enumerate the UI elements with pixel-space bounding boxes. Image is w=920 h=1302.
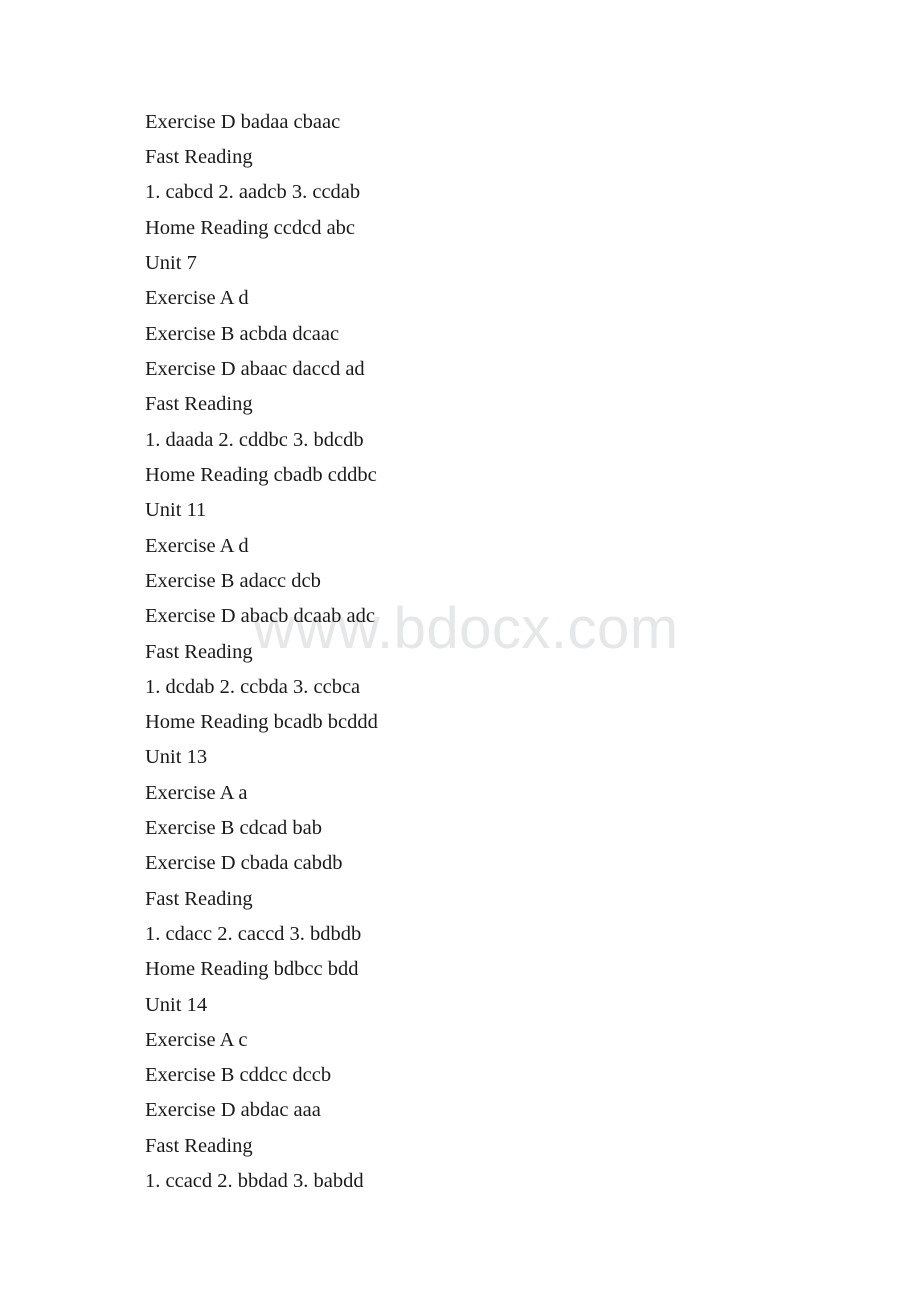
document-line: Exercise D abaac daccd ad: [145, 358, 365, 380]
document-line: Exercise D abdac aaa: [145, 1099, 321, 1121]
document-line: Exercise A d: [145, 287, 249, 309]
document-page: www.bdocx.com Exercise D badaa cbaac Fast…: [0, 0, 920, 1302]
document-line: 1. dcdab 2. ccbda 3. ccbca: [145, 676, 361, 698]
document-line: Exercise A d: [145, 535, 249, 557]
document-line: Fast Reading: [145, 1135, 253, 1157]
document-line: Exercise D abacb dcaab adc: [145, 605, 375, 627]
document-line: 1. daada 2. cddbc 3. bdcdb: [145, 429, 364, 451]
document-line: Fast Reading: [145, 146, 253, 168]
document-line: Exercise D badaa cbaac: [145, 111, 341, 133]
document-line: Unit 7: [145, 252, 197, 274]
document-line: Home Reading bcadb bcddd: [145, 711, 378, 733]
document-line: Fast Reading: [145, 393, 253, 415]
document-line: 1. cdacc 2. caccd 3. bdbdb: [145, 923, 362, 945]
document-line: Unit 11: [145, 499, 207, 521]
document-line: Fast Reading: [145, 888, 253, 910]
document-line: Exercise B adacc dcb: [145, 570, 321, 592]
document-line: Unit 13: [145, 746, 208, 768]
document-line: Exercise B cdcad bab: [145, 817, 323, 839]
document-line: Home Reading ccdcd abc: [145, 217, 356, 239]
document-line: Fast Reading: [145, 641, 253, 663]
document-line: Exercise B acbda dcaac: [145, 323, 340, 345]
document-line: Unit 14: [145, 994, 208, 1016]
document-body: Exercise D badaa cbaac Fast Reading 1. cab…: [0, 0, 920, 1302]
document-line: Exercise A a: [145, 782, 248, 804]
document-line: Home Reading cbadb cddbc: [145, 464, 377, 486]
document-line: Exercise A c: [145, 1029, 248, 1051]
document-line: Exercise D cbada cabdb: [145, 852, 343, 874]
document-line: Exercise B cddcc dccb: [145, 1064, 332, 1086]
document-line: Home Reading bdbcc bdd: [145, 958, 359, 980]
document-line: 1. ccacd 2. bbdad 3. babdd: [145, 1170, 364, 1192]
document-line: 1. cabcd 2. aadcb 3. ccdab: [145, 181, 361, 203]
